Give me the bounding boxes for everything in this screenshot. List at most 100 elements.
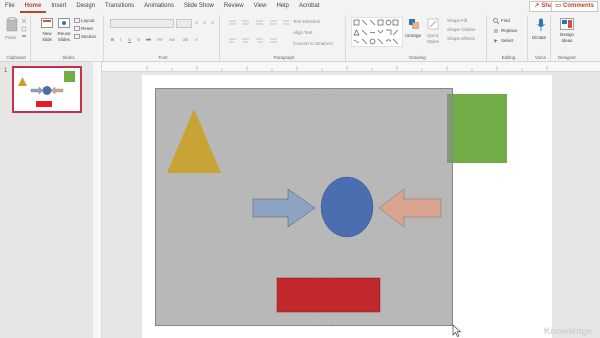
font-name-box[interactable]	[110, 19, 174, 28]
dictate-button[interactable]: Dictate	[532, 35, 546, 40]
red-rectangle[interactable]	[276, 277, 381, 313]
editing-label: Editing	[501, 55, 516, 60]
italic-icon[interactable]: I	[120, 37, 121, 42]
slide-thumbnail[interactable]	[12, 66, 82, 113]
tab-file[interactable]: File	[0, 0, 20, 13]
underline-icon[interactable]: U	[128, 37, 131, 42]
design-ideas-button[interactable]: Design Ideas	[555, 32, 579, 44]
mouse-cursor-icon	[452, 324, 462, 337]
highlight-icon[interactable]: ab	[183, 37, 188, 42]
find-button[interactable]: Find	[501, 18, 510, 23]
blue-circle[interactable]	[320, 176, 374, 238]
arrange-icon[interactable]	[408, 18, 420, 30]
replace-icon	[494, 29, 498, 33]
quick-styles-button[interactable]: Quick Styles	[424, 33, 442, 45]
cut-icon[interactable]	[21, 18, 27, 24]
font-label: Font	[158, 55, 168, 60]
vertical-ruler	[93, 62, 102, 338]
tab-transitions[interactable]: Transitions	[100, 0, 139, 13]
layout-button[interactable]: Layout	[81, 18, 95, 23]
grow-font-icon[interactable]: A	[195, 20, 198, 25]
select-icon	[494, 39, 498, 43]
text-direction-button[interactable]: Text Direction	[293, 19, 320, 24]
align-text-button[interactable]: Align Text	[293, 30, 312, 35]
slide-shapes-top	[167, 89, 462, 337]
tab-insert[interactable]: Insert	[46, 0, 71, 13]
tab-design[interactable]: Design	[71, 0, 100, 13]
slides-group: New Slide Reuse Slides Layout Reset Sect…	[34, 15, 104, 61]
reuse-slides-button[interactable]: Reuse Slides	[56, 31, 72, 43]
drawing-label: Drawing	[409, 55, 426, 60]
convert-smartart-button[interactable]: Convert to SmartArt	[293, 41, 333, 46]
tab-review[interactable]: Review	[219, 0, 249, 13]
editing-group: Find Replace Select Editing	[490, 15, 528, 61]
new-slide-icon[interactable]	[41, 18, 53, 28]
reset-button[interactable]: Reset	[81, 26, 93, 31]
tab-animations[interactable]: Animations	[139, 0, 179, 13]
clear-format-icon[interactable]: A	[211, 20, 214, 25]
char-spacing-icon[interactable]: AV	[157, 37, 163, 42]
align-controls-icon[interactable]	[228, 37, 290, 45]
horizontal-ruler	[102, 62, 600, 72]
menu-bar: File Home Insert Design Transitions Anim…	[0, 0, 600, 13]
designer-label: Designer	[557, 55, 576, 60]
format-painter-icon[interactable]	[21, 34, 27, 40]
reuse-slides-icon[interactable]	[58, 18, 70, 28]
section-icon	[74, 34, 80, 39]
strikethrough-icon[interactable]: ab	[146, 37, 151, 42]
font-size-box[interactable]	[176, 19, 192, 28]
blue-right-arrow[interactable]	[252, 188, 316, 228]
paragraph-group: Text Direction Align Text Convert to Sma…	[223, 15, 346, 61]
tab-home[interactable]: Home	[19, 0, 47, 13]
slide-number: 1	[4, 68, 8, 74]
arrange-button[interactable]: Arrange	[405, 33, 421, 38]
clipboard-group: Paste Clipboard	[2, 15, 31, 61]
paste-icon[interactable]	[6, 17, 18, 32]
share-icon: ↗	[534, 3, 540, 9]
tab-view[interactable]: View	[249, 0, 272, 13]
tab-acrobat[interactable]: Acrobat	[294, 0, 325, 13]
shape-fill-button[interactable]: Shape Fill	[447, 18, 467, 23]
comments-button[interactable]: ▭ Comments	[551, 1, 598, 12]
paragraph-label: Paragraph	[273, 55, 295, 60]
shape-outline-button[interactable]: Shape Outline	[447, 27, 476, 32]
design-ideas-icon[interactable]	[560, 18, 574, 30]
reset-icon	[74, 26, 80, 31]
clipboard-label: Clipboard	[6, 55, 26, 60]
section-button[interactable]: Section	[81, 34, 96, 39]
layout-icon	[74, 18, 80, 23]
paste-label[interactable]: Paste	[5, 35, 17, 40]
yellow-triangle[interactable]	[167, 109, 221, 173]
slide-canvas: Knowledge	[102, 72, 600, 338]
shrink-font-icon[interactable]: A	[203, 20, 206, 25]
replace-button[interactable]: Replace	[501, 28, 518, 33]
ribbon: Paste Clipboard New Slide Reuse Slides L…	[0, 13, 600, 62]
tab-help[interactable]: Help	[271, 0, 293, 13]
list-controls-icon[interactable]	[228, 19, 290, 27]
microphone-icon[interactable]	[536, 18, 546, 32]
voice-group: Dictate Voice	[531, 15, 551, 61]
salmon-left-arrow[interactable]	[378, 188, 442, 228]
bold-icon[interactable]: B	[111, 37, 114, 42]
new-slide-button[interactable]: New Slide	[40, 31, 54, 43]
slide-thumbnails-panel: 1	[0, 62, 93, 338]
find-icon	[493, 18, 499, 24]
slide-thumbnail-preview	[18, 71, 75, 107]
slides-label: Slides	[62, 55, 75, 60]
watermark: Knowledge	[543, 326, 592, 336]
designer-group: Design Ideas Designer	[554, 15, 580, 61]
shapes-gallery-icon[interactable]	[351, 17, 403, 47]
comment-icon: ▭	[555, 3, 561, 9]
shape-effects-button[interactable]: Shape Effects	[447, 36, 475, 41]
shadow-icon[interactable]: S	[137, 37, 140, 42]
drawing-group: Arrange Quick Styles Shape Fill Shape Ou…	[349, 15, 487, 61]
change-case-icon[interactable]: Aa	[169, 37, 175, 42]
font-group: A A A B I U S ab AV Aa ab A Font	[107, 15, 220, 61]
font-color-icon[interactable]: A	[195, 37, 198, 42]
copy-icon[interactable]	[21, 26, 27, 32]
voice-label: Voice	[534, 55, 546, 60]
tab-slide-show[interactable]: Slide Show	[179, 0, 219, 13]
slide[interactable]	[142, 75, 552, 338]
quick-styles-icon[interactable]	[427, 18, 439, 30]
select-button[interactable]: Select	[501, 38, 514, 43]
